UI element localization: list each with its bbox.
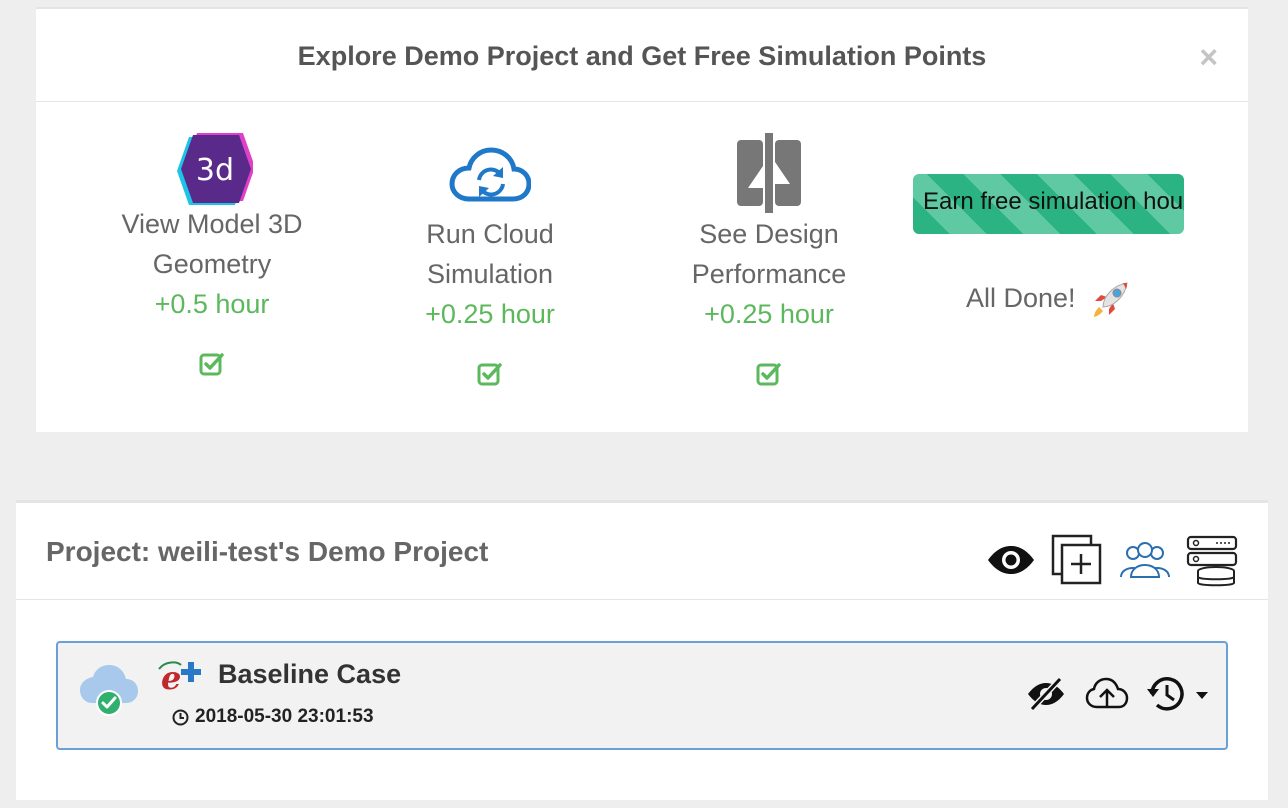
earn-hours-button[interactable]: Earn free simulation hours (913, 174, 1184, 234)
all-done-label: All Done! (965, 283, 1076, 314)
case-card[interactable]: e Baseline Case 2018-05-30 23:01:53 (56, 641, 1228, 750)
svg-text:3d: 3d (196, 153, 234, 188)
checked-checkbox-icon (477, 363, 502, 386)
step-label: Performance (691, 259, 847, 289)
3d-hexagon-icon: 3d (177, 133, 253, 205)
history-dropdown-icon[interactable] (1146, 675, 1210, 713)
project-panel: Project: weili-test's Demo Project e Bas… (16, 500, 1268, 800)
demo-panel: Explore Demo Project and Get Free Simula… (36, 7, 1248, 432)
case-timestamp-text: 2018-05-30 23:01:53 (195, 706, 374, 727)
energyplus-logo-icon: e (158, 659, 201, 693)
step-reward: +0.5 hour (154, 289, 270, 319)
checked-checkbox-icon (756, 363, 781, 386)
step-label: Geometry (152, 249, 272, 279)
step-run-simulation[interactable]: Run Cloud Simulation +0.25 hour (370, 9, 610, 409)
close-button[interactable]: × (1199, 41, 1218, 73)
cloud-upload-icon[interactable] (1085, 677, 1129, 711)
add-copy-icon[interactable] (1051, 534, 1103, 586)
checked-checkbox-icon (199, 353, 224, 376)
step-label: View Model 3D (121, 209, 303, 239)
svg-text:e: e (161, 659, 181, 693)
step-reward: +0.25 hour (704, 299, 834, 329)
eye-slash-icon[interactable] (1026, 677, 1066, 711)
rocket-icon (1093, 282, 1128, 317)
cloud-status-icon (80, 665, 138, 716)
step-label: Run Cloud (426, 219, 554, 249)
step-reward: +0.25 hour (425, 299, 555, 329)
users-icon[interactable] (1119, 541, 1171, 581)
step-label: See Design (699, 219, 839, 249)
eye-icon[interactable] (986, 545, 1036, 575)
case-timestamp: 2018-05-30 23:01:53 (172, 706, 374, 728)
all-done-message: All Done! (913, 279, 1184, 321)
project-title: Project: weili-test's Demo Project (46, 536, 489, 567)
server-database-icon[interactable] (1186, 535, 1238, 587)
step-see-performance[interactable]: See Design Performance +0.25 hour (649, 9, 889, 409)
project-header: Project: weili-test's Demo Project (16, 503, 1268, 600)
compare-panels-icon (737, 133, 801, 213)
step-view-model[interactable]: 3d View Model 3D Geometry +0.5 hour (92, 9, 332, 409)
earn-hours-label: Earn free simulation hours (923, 188, 1184, 215)
case-name[interactable]: Baseline Case (218, 659, 401, 690)
step-label: Simulation (426, 259, 554, 289)
cloud-sync-icon (449, 147, 531, 202)
clock-icon (172, 709, 189, 725)
